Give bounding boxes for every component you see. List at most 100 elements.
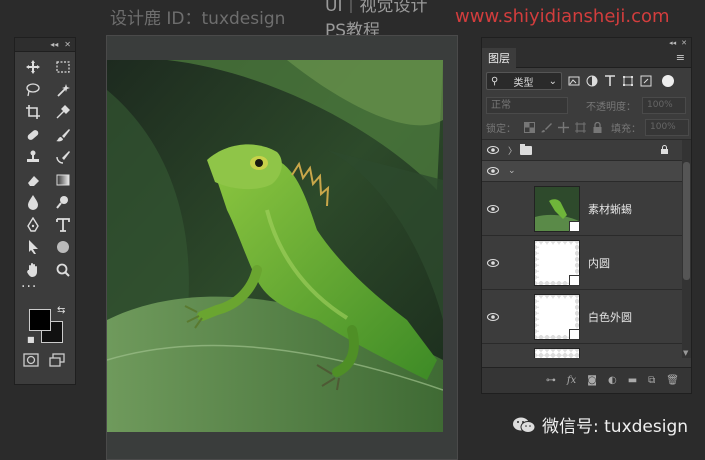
- chevron-down-icon: ⌄: [548, 75, 557, 87]
- panel-menu-icon[interactable]: ≡: [676, 51, 685, 64]
- filter-smartobject-icon[interactable]: [640, 75, 652, 87]
- document-canvas[interactable]: [106, 35, 458, 460]
- filter-type-select[interactable]: ⚲ 类型 ⌄: [486, 72, 562, 90]
- more-tools-icon[interactable]: ···: [15, 280, 75, 297]
- chevron-right-icon[interactable]: 〉: [508, 144, 520, 157]
- folder-icon: [520, 143, 532, 155]
- move-tool-icon[interactable]: [19, 56, 47, 79]
- lizard-photo: [107, 60, 443, 432]
- link-layers-icon[interactable]: ⊶: [546, 375, 556, 386]
- smart-object-badge-icon: [569, 220, 580, 232]
- marquee-tool-icon[interactable]: [49, 56, 77, 79]
- layer-thumbnail: [534, 293, 580, 340]
- visibility-eye-icon[interactable]: [482, 258, 504, 267]
- dodge-tool-icon[interactable]: [49, 191, 77, 214]
- clone-stamp-tool-icon[interactable]: [19, 146, 47, 169]
- type-tool-icon[interactable]: [49, 214, 77, 237]
- layers-tabbar: 图层 ≡: [482, 47, 691, 68]
- layer-row[interactable]: 白色外圆: [482, 290, 691, 344]
- designer-watermark: 设计鹿 ID：tuxdesign: [110, 8, 286, 29]
- lasso-tool-icon[interactable]: [19, 79, 47, 102]
- healing-brush-tool-icon[interactable]: [19, 124, 47, 147]
- add-mask-icon[interactable]: ◙: [587, 375, 597, 386]
- chevron-down-icon[interactable]: ⌄: [508, 166, 520, 176]
- layer-thumbnail: [534, 185, 580, 232]
- opacity-input[interactable]: 100%: [642, 96, 686, 114]
- top-watermark: 设计鹿 ID：tuxdesign UI｜视觉设计 PS教程 www.shiyid…: [110, 0, 670, 41]
- blend-row: 正常 不透明度： 100%: [482, 94, 691, 116]
- lock-icon: [661, 145, 668, 154]
- scrollbar-thumb[interactable]: [683, 162, 690, 280]
- layers-panel-topbar: ◂◂ ✕: [482, 38, 691, 48]
- layers-scrollbar[interactable]: ▼: [682, 140, 691, 358]
- layer-name[interactable]: 白色外圆: [588, 309, 632, 325]
- zoom-tool-icon[interactable]: [49, 259, 77, 282]
- gradient-tool-icon[interactable]: [49, 169, 77, 192]
- lock-artboard-icon[interactable]: [575, 122, 586, 133]
- visibility-eye-icon[interactable]: [482, 146, 504, 154]
- hand-tool-icon[interactable]: [19, 259, 47, 282]
- magic-wand-tool-icon[interactable]: [49, 79, 77, 102]
- blend-mode-select[interactable]: 正常: [486, 96, 568, 114]
- layer-filter-row: ⚲ 类型 ⌄: [482, 68, 691, 94]
- lock-all-icon[interactable]: [592, 122, 603, 133]
- lock-transparent-icon[interactable]: [524, 122, 535, 133]
- visibility-eye-icon[interactable]: [482, 312, 504, 321]
- swap-colors-icon[interactable]: ⇆: [57, 305, 65, 316]
- new-group-icon[interactable]: ▬: [628, 375, 637, 386]
- pen-tool-icon[interactable]: [19, 214, 47, 237]
- filter-pixel-icon[interactable]: [568, 75, 580, 87]
- layer-row[interactable]: 素材蜥蜴: [482, 182, 691, 236]
- collapse-icon[interactable]: ◂◂: [669, 39, 676, 47]
- eraser-tool-icon[interactable]: [19, 169, 47, 192]
- filter-shape-icon[interactable]: [622, 75, 634, 87]
- adjustment-layer-icon[interactable]: ◐: [608, 375, 617, 386]
- layer-style-icon[interactable]: fx: [567, 375, 576, 386]
- collapse-icon[interactable]: ◂◂: [50, 40, 58, 49]
- layer-name[interactable]: 素材蜥蜴: [588, 201, 632, 217]
- opacity-label: 不透明度：: [586, 101, 636, 113]
- delete-layer-icon[interactable]: 🗑: [666, 375, 679, 386]
- layer-row[interactable]: 内圆: [482, 236, 691, 290]
- close-icon[interactable]: ✕: [64, 40, 71, 49]
- layer-group-collapsed[interactable]: 〉: [482, 140, 691, 161]
- wechat-id-text: 微信号: tuxdesign: [542, 417, 689, 437]
- lock-position-icon[interactable]: [558, 122, 569, 133]
- tools-bottom: [15, 347, 75, 367]
- scroll-down-icon[interactable]: ▼: [683, 349, 688, 357]
- visibility-eye-icon[interactable]: [482, 167, 504, 175]
- history-brush-tool-icon[interactable]: [49, 146, 77, 169]
- layer-thumbnail: [534, 239, 580, 286]
- layers-list: 〉 ⌄ 素材蜥蜴 内圆 白色外圆 ▼: [482, 140, 691, 358]
- crop-tool-icon[interactable]: [19, 101, 47, 124]
- quick-mask-icon[interactable]: [23, 353, 39, 367]
- brush-tool-icon[interactable]: [49, 124, 77, 147]
- layer-row-partial[interactable]: [482, 344, 691, 358]
- lock-icons: [524, 122, 603, 133]
- tools-panel: ◂◂ ✕ ··· ⇆ ■: [14, 37, 76, 385]
- filter-type-icon[interactable]: [604, 75, 616, 87]
- close-icon[interactable]: ✕: [681, 39, 687, 47]
- filter-toggle[interactable]: [662, 75, 674, 87]
- screen-mode-icon[interactable]: [49, 353, 65, 367]
- shape-badge-icon: [569, 328, 580, 340]
- default-colors-icon[interactable]: ■: [27, 335, 35, 344]
- url-watermark: www.shiyidiansheji.com: [455, 5, 670, 27]
- tools-panel-header: ◂◂ ✕: [15, 38, 75, 52]
- layer-thumbnail: [534, 347, 580, 358]
- blur-tool-icon[interactable]: [19, 191, 47, 214]
- color-swatches: ⇆ ■: [15, 301, 75, 347]
- layer-name[interactable]: 内圆: [588, 255, 610, 271]
- tab-layers[interactable]: 图层: [482, 47, 516, 68]
- visibility-eye-icon[interactable]: [482, 204, 504, 213]
- new-layer-icon[interactable]: ⧉: [648, 375, 655, 386]
- lock-row: 锁定： 填充： 100%: [482, 116, 691, 140]
- eyedropper-tool-icon[interactable]: [49, 101, 77, 124]
- lock-pixels-icon[interactable]: [541, 122, 552, 133]
- ellipse-tool-icon[interactable]: [49, 236, 77, 259]
- layer-group-expanded[interactable]: ⌄: [482, 161, 691, 182]
- path-selection-tool-icon[interactable]: [19, 236, 47, 259]
- foreground-color-swatch[interactable]: [29, 309, 51, 331]
- filter-adjustment-icon[interactable]: [586, 75, 598, 87]
- fill-input[interactable]: 100%: [645, 119, 689, 136]
